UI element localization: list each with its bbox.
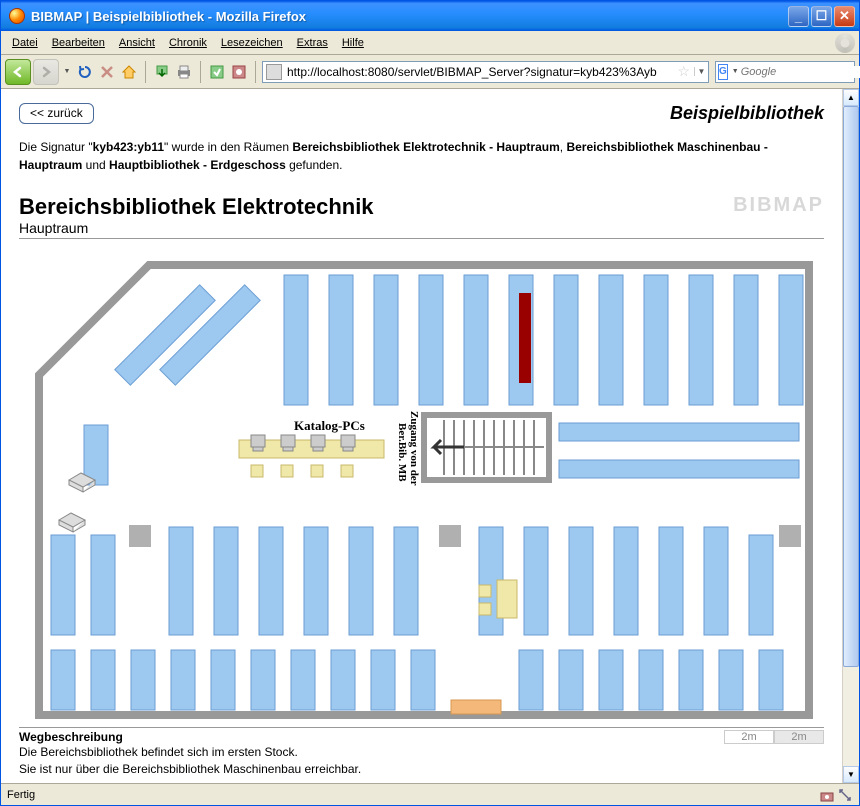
library-name: Beispielbibliothek xyxy=(670,103,824,124)
search-bar[interactable]: G ▼ 🔍 xyxy=(715,61,855,83)
url-input[interactable] xyxy=(285,65,673,79)
page-content: << zurück Beispielbibliothek Die Signatu… xyxy=(1,89,842,783)
map-subtitle: Hauptraum xyxy=(19,220,374,236)
reload-button[interactable] xyxy=(75,62,95,82)
page-icon xyxy=(266,64,282,80)
svg-text:Ber.Bib. MB: Ber.Bib. MB xyxy=(396,423,408,482)
desc-title: Wegbeschreibung xyxy=(19,730,123,744)
highlighted-shelf xyxy=(519,293,531,383)
home-button[interactable] xyxy=(119,62,139,82)
menu-datei[interactable]: Datei xyxy=(5,35,45,51)
menu-chronik[interactable]: Chronik xyxy=(162,35,214,51)
statusbar: Fertig xyxy=(1,783,859,805)
floor-plan: Katalog-PCs xyxy=(19,245,819,720)
bibmap-logo: BIBMAP xyxy=(733,194,824,217)
nav-history-dropdown[interactable]: ▼ xyxy=(61,59,73,85)
toolbar: ▼ ☆ ▼ G ▼ 🔍 xyxy=(1,55,859,89)
back-button[interactable]: << zurück xyxy=(19,103,94,124)
desc-text: Die Bereichsbibliothek befindet sich im … xyxy=(19,744,824,778)
info-text: Die Signatur "kyb423:yb11" wurde in den … xyxy=(19,138,824,174)
maximize-button[interactable]: ☐ xyxy=(811,6,832,27)
katalog-label: Katalog-PCs xyxy=(294,418,365,433)
download-icon[interactable] xyxy=(152,62,172,82)
stop-button[interactable] xyxy=(97,62,117,82)
bookmark-star-icon[interactable]: ☆ xyxy=(673,63,694,80)
nav-back-button[interactable] xyxy=(5,59,31,85)
app-icon xyxy=(9,8,25,24)
access-label: Zugang von der xyxy=(408,411,420,486)
scroll-up-button[interactable]: ▲ xyxy=(843,89,859,106)
minimize-button[interactable]: _ xyxy=(788,6,809,27)
menu-hilfe[interactable]: Hilfe xyxy=(335,35,371,51)
menu-lesezeichen[interactable]: Lesezeichen xyxy=(214,35,290,51)
status-text: Fertig xyxy=(7,789,35,801)
url-dropdown[interactable]: ▼ xyxy=(694,67,708,76)
scale-bar: 2m 2m xyxy=(724,730,824,744)
menu-extras[interactable]: Extras xyxy=(290,35,335,51)
search-input[interactable] xyxy=(741,66,860,78)
vertical-scrollbar[interactable]: ▲ ▼ xyxy=(842,89,859,783)
status-icon-1 xyxy=(819,787,835,803)
google-icon[interactable]: G xyxy=(718,64,728,80)
window-titlebar: BIBMAP | Beispielbibliothek - Mozilla Fi… xyxy=(1,1,859,31)
menubar: Datei Bearbeiten Ansicht Chronik Lesezei… xyxy=(1,31,859,55)
addon2-icon[interactable] xyxy=(229,62,249,82)
menu-ansicht[interactable]: Ansicht xyxy=(112,35,162,51)
map-title: Bereichsbibliothek Elektrotechnik xyxy=(19,194,374,220)
nav-forward-button[interactable] xyxy=(33,59,59,85)
print-icon[interactable] xyxy=(174,62,194,82)
window-title: BIBMAP | Beispielbibliothek - Mozilla Fi… xyxy=(29,9,788,24)
close-button[interactable]: ✕ xyxy=(834,6,855,27)
menu-bearbeiten[interactable]: Bearbeiten xyxy=(45,35,112,51)
scroll-thumb[interactable] xyxy=(843,106,859,667)
url-bar[interactable]: ☆ ▼ xyxy=(262,61,709,83)
throbber-icon xyxy=(835,33,855,53)
status-icon-2 xyxy=(837,787,853,803)
addon1-icon[interactable] xyxy=(207,62,227,82)
scroll-down-button[interactable]: ▼ xyxy=(843,766,859,783)
